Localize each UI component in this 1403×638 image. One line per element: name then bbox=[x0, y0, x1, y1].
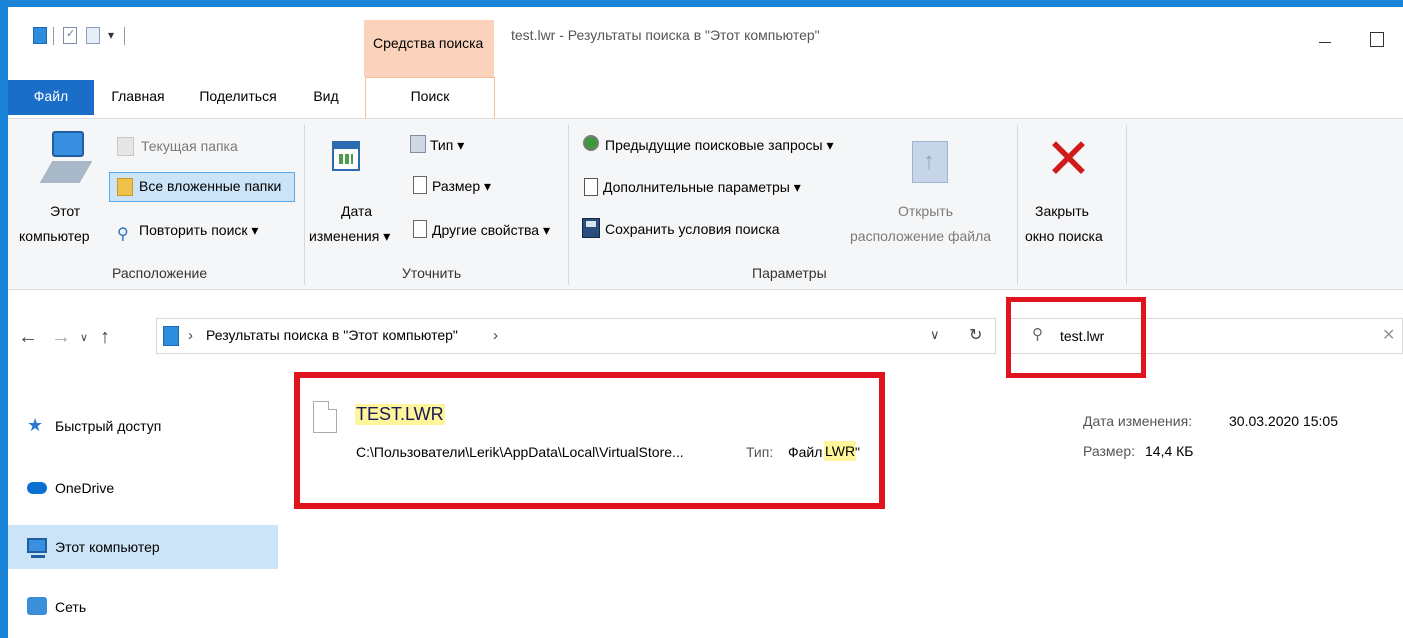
document-icon bbox=[584, 178, 598, 196]
tab-file[interactable]: Файл bbox=[8, 80, 94, 115]
save-search-button[interactable]: Сохранить условия поиска bbox=[605, 221, 780, 237]
nav-item-label: Сеть bbox=[55, 599, 87, 615]
window-frame-left bbox=[0, 0, 8, 638]
group-separator bbox=[304, 125, 305, 285]
file-type-icon bbox=[410, 135, 426, 153]
document-icon bbox=[413, 220, 427, 238]
close-search-icon[interactable]: ✕ bbox=[1045, 130, 1092, 190]
recent-searches-icon bbox=[583, 135, 599, 151]
date-modified-button-label[interactable]: изменения ▾ bbox=[309, 228, 390, 245]
open-file-location-button-label[interactable]: Открыть bbox=[898, 203, 953, 219]
folder-icon bbox=[117, 137, 134, 156]
save-icon bbox=[582, 218, 600, 238]
window-title: test.lwr - Результаты поиска в "Этот ком… bbox=[511, 27, 820, 43]
breadcrumb-chevron-icon[interactable]: › bbox=[188, 327, 193, 344]
network-icon bbox=[27, 597, 47, 615]
this-pc-button-label[interactable]: Этот bbox=[50, 203, 80, 219]
group-label-options: Параметры bbox=[752, 265, 827, 281]
all-subfolders-label: Все вложенные папки bbox=[139, 178, 282, 194]
nav-item-quick-access[interactable]: ★ Быстрый доступ bbox=[8, 404, 278, 448]
nav-item-network[interactable]: Сеть bbox=[8, 585, 278, 629]
subfolders-icon bbox=[117, 178, 133, 196]
nav-item-onedrive[interactable]: OneDrive bbox=[8, 466, 278, 510]
detail-label-size: Размер: bbox=[1083, 443, 1136, 459]
star-icon: ★ bbox=[27, 415, 44, 435]
current-folder-button[interactable]: Текущая папка bbox=[141, 138, 238, 154]
type-button[interactable]: Тип ▾ bbox=[430, 137, 464, 154]
minimize-button[interactable] bbox=[1305, 20, 1345, 50]
detail-value-modified: 30.03.2020 15:05 bbox=[1229, 413, 1338, 429]
folder-icon bbox=[33, 27, 47, 44]
group-separator bbox=[1017, 125, 1018, 285]
date-modified-button-label[interactable]: Дата bbox=[341, 203, 372, 219]
nav-item-label: OneDrive bbox=[55, 480, 115, 496]
group-separator bbox=[568, 125, 569, 285]
result-highlight-box bbox=[294, 372, 885, 509]
nav-item-this-pc[interactable]: Этот компьютер bbox=[8, 525, 278, 569]
maximize-button[interactable] bbox=[1358, 20, 1398, 50]
calendar-icon[interactable] bbox=[332, 141, 360, 171]
other-properties-button[interactable]: Другие свойства ▾ bbox=[432, 222, 550, 239]
open-file-location-button-label[interactable]: расположение файла bbox=[850, 228, 991, 244]
chevron-down-icon[interactable]: ∨ bbox=[80, 331, 88, 344]
qat-customize-dropdown-icon[interactable]: ▾ bbox=[108, 28, 114, 42]
nav-item-label: Быстрый доступ bbox=[55, 418, 162, 434]
search-icon: ⚲ bbox=[117, 226, 129, 243]
this-pc-button-label[interactable]: компьютер bbox=[19, 228, 90, 244]
group-label-location: Расположение bbox=[112, 265, 208, 281]
new-folder-icon[interactable] bbox=[86, 27, 100, 44]
tab-home[interactable]: Главная bbox=[96, 80, 180, 115]
computer-icon bbox=[27, 538, 47, 558]
advanced-options-button[interactable]: Дополнительные параметры ▾ bbox=[603, 179, 801, 196]
computer-icon[interactable] bbox=[39, 131, 93, 189]
window-frame-top bbox=[0, 0, 1403, 7]
breadcrumb[interactable]: Результаты поиска в "Этот компьютер" bbox=[206, 327, 458, 343]
tab-view[interactable]: Вид bbox=[296, 80, 356, 115]
tab-search[interactable]: Поиск bbox=[365, 77, 495, 119]
detail-label-modified: Дата изменения: bbox=[1083, 413, 1193, 429]
group-separator bbox=[1126, 125, 1127, 285]
search-highlight-box bbox=[1006, 297, 1146, 378]
size-button[interactable]: Размер ▾ bbox=[432, 178, 491, 195]
up-arrow-icon[interactable]: ↑ bbox=[100, 326, 110, 349]
cloud-icon bbox=[27, 482, 47, 494]
open-location-icon bbox=[912, 141, 948, 183]
context-tab-group-label: Средства поиска bbox=[373, 35, 484, 51]
forward-arrow-icon[interactable]: → bbox=[51, 326, 71, 349]
close-icon[interactable]: ✕ bbox=[1382, 325, 1395, 345]
folder-icon bbox=[163, 326, 179, 346]
back-arrow-icon[interactable]: ← bbox=[18, 326, 38, 349]
tab-share[interactable]: Поделиться bbox=[188, 80, 288, 115]
breadcrumb-chevron-icon[interactable]: › bbox=[493, 327, 498, 344]
properties-icon[interactable] bbox=[63, 27, 77, 44]
close-search-button-label[interactable]: окно поиска bbox=[1025, 228, 1103, 244]
detail-value-size: 14,4 КБ bbox=[1145, 443, 1194, 459]
chevron-down-icon[interactable]: ∨ bbox=[930, 327, 940, 343]
repeat-search-button[interactable]: Повторить поиск ▾ bbox=[139, 222, 258, 239]
recent-searches-button[interactable]: Предыдущие поисковые запросы ▾ bbox=[605, 137, 834, 154]
refresh-icon[interactable]: ↻ bbox=[969, 325, 982, 345]
group-label-refine: Уточнить bbox=[402, 265, 462, 281]
nav-item-label: Этот компьютер bbox=[55, 539, 160, 555]
qat-separator bbox=[53, 27, 54, 45]
close-search-button-label[interactable]: Закрыть bbox=[1035, 203, 1089, 219]
document-icon bbox=[413, 176, 427, 194]
qat-separator bbox=[124, 27, 125, 45]
